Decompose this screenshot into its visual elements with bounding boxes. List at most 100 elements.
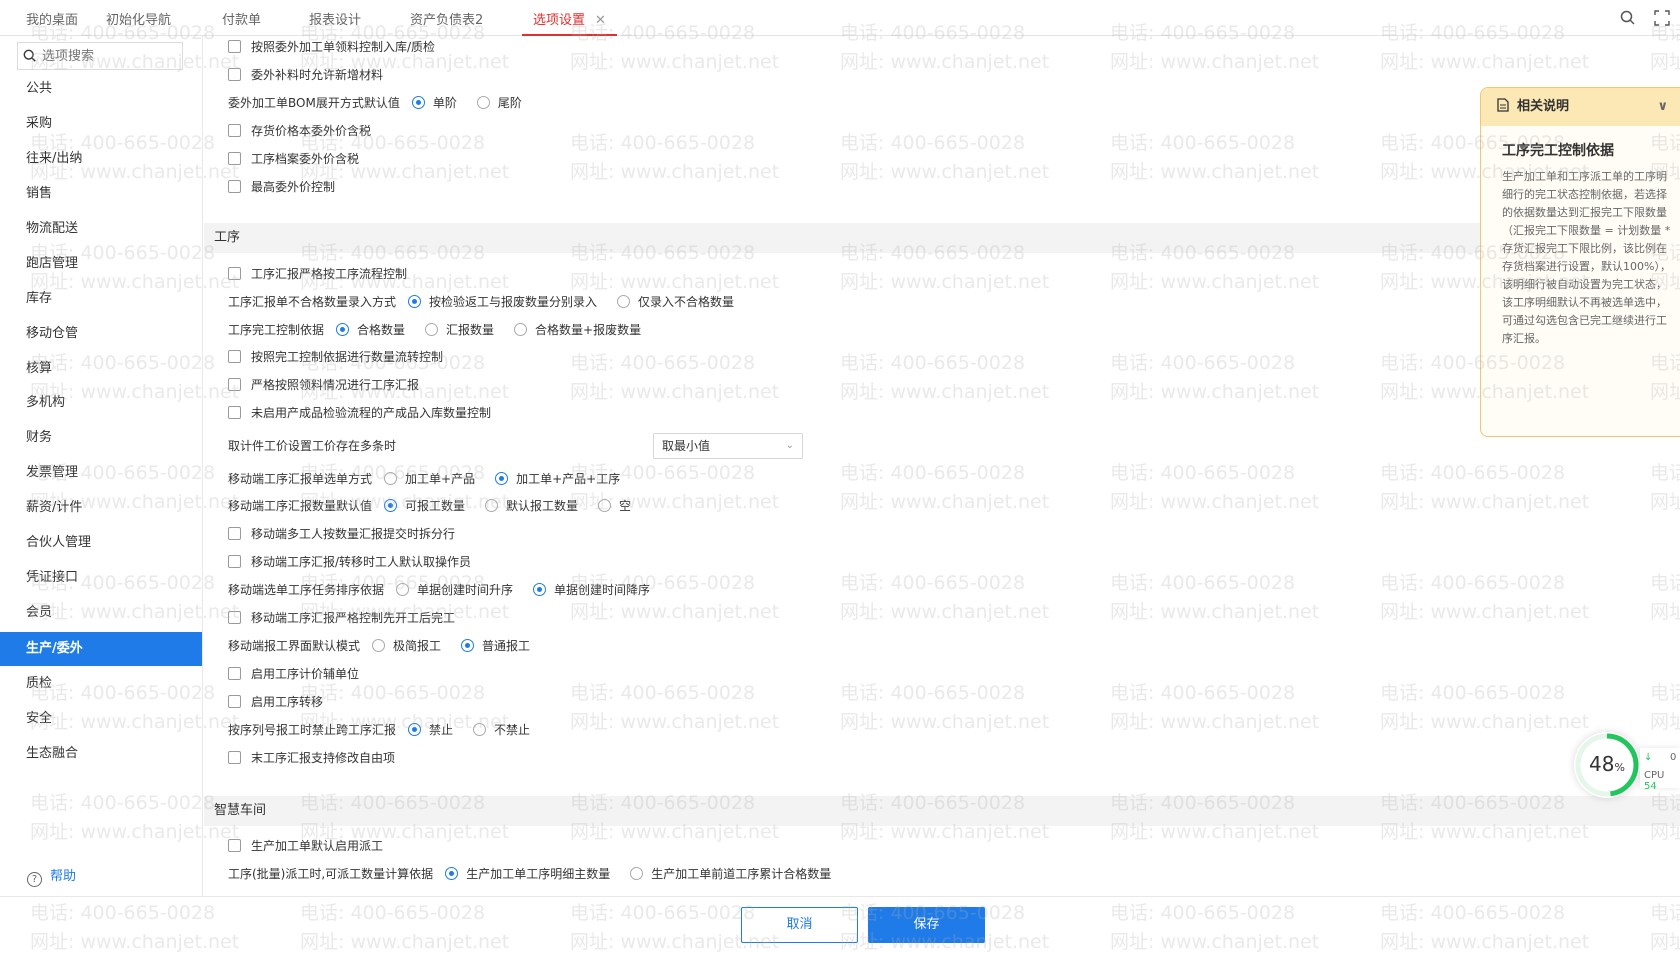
checkbox-option[interactable]: 移动端工序汇报严格控制先开工后完工 (228, 608, 455, 628)
radio-option[interactable]: 合格数量 (336, 320, 405, 340)
checkbox[interactable] (228, 555, 241, 568)
checkbox-option[interactable]: 工序汇报严格按工序流程控制 (228, 264, 407, 284)
radio-button[interactable] (411, 96, 425, 109)
sidebar-item[interactable]: 合伙人管理 (0, 526, 202, 560)
sidebar-item[interactable]: 会员 (0, 596, 202, 630)
checkbox-option[interactable]: 按照完工控制依据进行数量流转控制 (228, 347, 443, 367)
radio-option[interactable]: 仅录入不合格数量 (617, 292, 734, 312)
checkbox-option[interactable]: 按照委外加工单领料控制入库/质检 (228, 37, 435, 57)
search-input[interactable] (42, 45, 178, 67)
radio-button[interactable] (630, 867, 644, 880)
checkbox-option[interactable]: 启用工序转移 (228, 692, 323, 712)
checkbox-option[interactable]: 启用工序计价辅单位 (228, 664, 359, 684)
price-select[interactable]: 取最小值 ⌄ (653, 433, 803, 459)
checkbox[interactable] (228, 152, 241, 165)
radio-button[interactable] (384, 499, 398, 512)
radio-button[interactable] (514, 323, 528, 336)
sidebar-item[interactable]: 移动仓管 (0, 317, 202, 351)
checkbox[interactable] (228, 68, 241, 81)
radio-option[interactable]: 按检验返工与报废数量分别录入 (408, 292, 597, 312)
checkbox[interactable] (228, 124, 241, 137)
radio-button[interactable] (495, 472, 509, 485)
checkbox[interactable] (228, 267, 241, 280)
tab-options[interactable]: 选项设置 ✕ (522, 0, 617, 36)
checkbox-option[interactable]: 工序档案委外价含税 (228, 149, 359, 169)
radio-button[interactable] (372, 639, 386, 652)
checkbox[interactable] (228, 695, 241, 708)
sidebar-item[interactable]: 公共 (0, 72, 202, 106)
radio-option[interactable]: 单据创建时间升序 (396, 580, 513, 600)
radio-button[interactable] (533, 583, 547, 596)
close-icon[interactable]: ✕ (595, 13, 606, 28)
tab-balance-sheet[interactable]: 资产负债表2 (410, 0, 483, 36)
checkbox[interactable] (228, 40, 241, 53)
sidebar-item[interactable]: 薪资/计件 (0, 491, 202, 525)
radio-option[interactable]: 可报工数量 (384, 496, 465, 516)
radio-option[interactable]: 禁止 (408, 720, 453, 740)
cpu-usage-ring[interactable]: 48% (1574, 732, 1640, 798)
radio-option[interactable]: 不禁止 (473, 720, 530, 740)
sidebar-item[interactable]: 核算 (0, 352, 202, 386)
tab-init-nav[interactable]: 初始化导航 (106, 0, 171, 36)
checkbox-option[interactable]: 委外补料时允许新增材料 (228, 65, 383, 85)
radio-button[interactable] (473, 723, 487, 736)
sidebar-item[interactable]: 多机构 (0, 386, 202, 420)
save-button[interactable]: 保存 (868, 907, 985, 943)
radio-option[interactable]: 极简报工 (372, 636, 441, 656)
sidebar-item[interactable]: 物流配送 (0, 212, 202, 246)
tab-my-desktop[interactable]: 我的桌面 (26, 0, 78, 36)
checkbox-option[interactable]: 移动端工序汇报/转移时工人默认取操作员 (228, 552, 471, 572)
sidebar-item[interactable]: 凭证接口 (0, 561, 202, 595)
radio-button[interactable] (336, 323, 350, 336)
checkbox[interactable] (228, 751, 241, 764)
radio-option[interactable]: 加工单+产品 (384, 469, 475, 489)
tab-report-design[interactable]: 报表设计 (309, 0, 361, 36)
sidebar-item[interactable]: 发票管理 (0, 456, 202, 490)
sidebar-item[interactable]: 销售 (0, 177, 202, 211)
radio-option[interactable]: 生产加工单前道工序累计合格数量 (630, 864, 831, 884)
checkbox[interactable] (228, 180, 241, 193)
sidebar-item[interactable]: 安全 (0, 702, 202, 736)
radio-button[interactable] (425, 323, 439, 336)
sidebar-item[interactable]: 财务 (0, 421, 202, 455)
radio-button[interactable] (384, 472, 398, 485)
sidebar-item[interactable]: 跑店管理 (0, 247, 202, 281)
checkbox-option[interactable]: 未启用产成品检验流程的产成品入库数量控制 (228, 403, 491, 423)
sidebar-item[interactable]: 质检 (0, 667, 202, 701)
radio-button[interactable] (396, 583, 410, 596)
radio-option[interactable]: 单据创建时间降序 (533, 580, 650, 600)
radio-button[interactable] (461, 639, 475, 652)
checkbox-option[interactable]: 移动端多工人按数量汇报提交时拆分行 (228, 524, 455, 544)
sidebar-item[interactable]: 库存 (0, 282, 202, 316)
radio-option[interactable]: 单阶 (411, 93, 457, 113)
radio-option[interactable]: 普通报工 (461, 636, 530, 656)
radio-button[interactable] (617, 295, 631, 308)
chevron-down-icon[interactable]: ∨ (1657, 88, 1668, 126)
radio-option[interactable]: 生产加工单工序明细主数量 (445, 864, 610, 884)
radio-button[interactable] (476, 96, 490, 109)
checkbox-option[interactable]: 末工序汇报支持修改自由项 (228, 748, 395, 768)
fullscreen-icon[interactable] (1654, 10, 1670, 26)
sidebar-item[interactable]: 采购 (0, 107, 202, 141)
radio-button[interactable] (408, 723, 422, 736)
radio-button[interactable] (598, 499, 612, 512)
radio-option[interactable]: 合格数量+报废数量 (514, 320, 641, 340)
sidebar-item[interactable]: 生态融合 (0, 737, 202, 771)
radio-option[interactable]: 汇报数量 (425, 320, 494, 340)
radio-option[interactable]: 尾阶 (476, 93, 522, 113)
checkbox[interactable] (228, 667, 241, 680)
checkbox[interactable] (228, 350, 241, 363)
panel-header[interactable]: 相关说明 ∨ (1481, 88, 1680, 126)
checkbox[interactable] (228, 527, 241, 540)
sidebar-item[interactable]: 往来/出纳 (0, 142, 202, 176)
radio-option[interactable]: 空 (598, 496, 631, 516)
checkbox-option[interactable]: 最高委外价控制 (228, 177, 335, 197)
checkbox[interactable] (228, 611, 241, 624)
checkbox[interactable] (228, 378, 241, 391)
checkbox-option[interactable]: 严格按照领料情况进行工序汇报 (228, 375, 419, 395)
sidebar-item[interactable]: 生产/委外 (0, 632, 202, 666)
cancel-button[interactable]: 取消 (741, 907, 858, 943)
radio-button[interactable] (485, 499, 499, 512)
radio-option[interactable]: 加工单+产品+工序 (495, 469, 620, 489)
radio-button[interactable] (408, 295, 422, 308)
